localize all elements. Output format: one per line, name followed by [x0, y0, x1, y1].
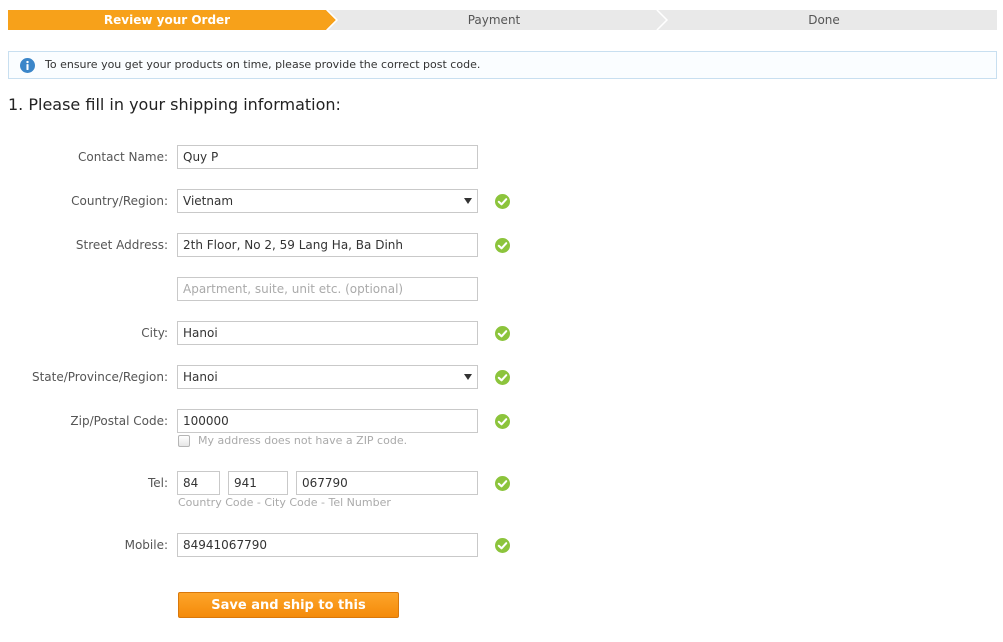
section-title: 1. Please fill in your shipping informat… — [8, 95, 341, 114]
valid-check-icon — [495, 370, 510, 385]
zip-label: Zip/Postal Code: — [70, 414, 168, 428]
tel-number-input[interactable] — [296, 471, 478, 495]
state-label: State/Province/Region: — [31, 370, 168, 384]
step-review-order: Review your Order — [103, 13, 231, 27]
contact-name-input[interactable] — [177, 145, 478, 169]
valid-check-icon — [495, 414, 510, 429]
state-select[interactable]: Hanoi — [177, 365, 478, 389]
save-and-ship-button[interactable]: Save and ship to this address — [178, 592, 399, 637]
valid-check-icon — [495, 538, 510, 553]
apartment-input[interactable] — [177, 277, 478, 301]
tel-format-hint: Country Code - City Code - Tel Number — [178, 496, 391, 509]
mobile-input[interactable] — [177, 533, 478, 557]
city-label: City: — [141, 326, 168, 340]
notice-text: To ensure you get your products on time,… — [45, 58, 481, 71]
step-payment: Payment — [467, 13, 521, 27]
valid-check-icon — [495, 326, 510, 341]
info-icon — [20, 58, 35, 73]
no-zip-checkbox[interactable] — [178, 435, 190, 447]
street-address-label: Street Address: — [75, 238, 168, 252]
country-select[interactable]: Vietnam — [177, 189, 478, 213]
country-selected-value: Vietnam — [177, 189, 478, 213]
contact-name-label: Contact Name: — [78, 150, 168, 164]
valid-check-icon — [495, 238, 510, 253]
tel-country-code-input[interactable] — [177, 471, 220, 495]
checkout-steps: Review your Order Payment Done — [8, 10, 997, 30]
step-done: Done — [808, 13, 840, 27]
valid-check-icon — [495, 476, 510, 491]
zip-input[interactable] — [177, 409, 478, 433]
city-input[interactable] — [177, 321, 478, 345]
state-selected-value: Hanoi — [177, 365, 478, 389]
street-address-input[interactable] — [177, 233, 478, 257]
valid-check-icon — [495, 194, 510, 209]
tel-label: Tel: — [147, 476, 168, 490]
post-code-notice: To ensure you get your products on time,… — [8, 51, 997, 79]
tel-city-code-input[interactable] — [228, 471, 288, 495]
mobile-label: Mobile: — [124, 538, 168, 552]
caret-down-icon — [464, 374, 472, 380]
caret-down-icon — [464, 198, 472, 204]
no-zip-label: My address does not have a ZIP code. — [198, 434, 408, 447]
country-label: Country/Region: — [71, 194, 168, 208]
